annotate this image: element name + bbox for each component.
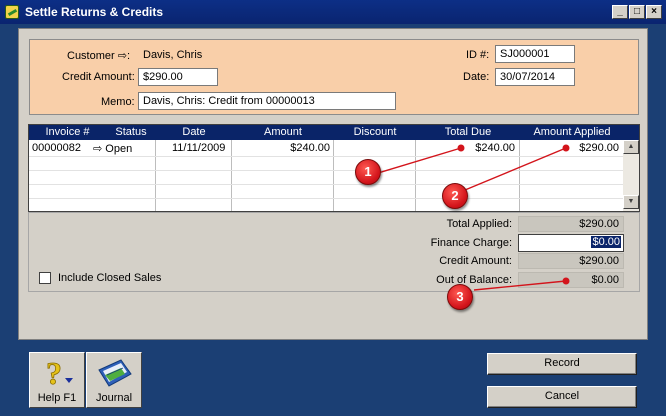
col-status[interactable]: Status — [106, 126, 156, 138]
include-closed-sales-label[interactable]: Include Closed Sales — [58, 272, 161, 284]
settle-returns-window: Settle Returns & Credits _ □ × Customer … — [0, 0, 666, 416]
callout-badge-2: 2 — [442, 183, 468, 209]
date-field[interactable]: 30/07/2014 — [495, 68, 575, 86]
window-title: Settle Returns & Credits — [25, 5, 164, 19]
finance-charge-label: Finance Charge: — [430, 237, 512, 249]
credit-amount-label: Credit Amount: — [62, 71, 135, 83]
amount-applied-cell[interactable]: $290.00 — [521, 142, 619, 154]
grid-divider — [415, 140, 416, 211]
journal-button[interactable]: Journal — [86, 352, 142, 408]
total-applied-label: Total Applied: — [446, 218, 512, 230]
status-cell[interactable]: ⇨ Open — [93, 142, 132, 155]
col-total-due[interactable]: Total Due — [416, 126, 520, 138]
svg-text:?: ? — [46, 356, 62, 390]
include-closed-sales-checkbox[interactable] — [39, 272, 51, 284]
date-cell[interactable]: 11/11/2009 — [172, 142, 225, 154]
header-panel: Customer ⇨: Davis, Chris Credit Amount: … — [29, 39, 639, 115]
memo-field[interactable]: Davis, Chris: Credit from 00000013 — [138, 92, 396, 110]
callout-badge-3: 3 — [447, 284, 473, 310]
totals-panel: Total Applied: $290.00 Finance Charge: $… — [28, 212, 640, 292]
vertical-scrollbar[interactable]: ▲ ▼ — [623, 140, 639, 211]
grid-row-line — [29, 198, 623, 199]
grid-row-line — [29, 156, 623, 157]
invoice-cell[interactable]: 00000082 — [32, 142, 81, 154]
cancel-button[interactable]: Cancel — [487, 386, 637, 408]
date-label: Date: — [463, 71, 490, 83]
out-of-balance-value: $0.00 — [518, 272, 624, 288]
status-arrow-icon: ⇨ — [93, 143, 103, 155]
close-button[interactable]: × — [646, 5, 662, 19]
col-amount[interactable]: Amount — [232, 126, 334, 138]
dialog-body: Customer ⇨: Davis, Chris Credit Amount: … — [18, 28, 648, 340]
finance-charge-field[interactable]: $0.00 — [518, 234, 624, 252]
amount-cell[interactable]: $240.00 — [233, 142, 330, 154]
minimize-button[interactable]: _ — [612, 5, 628, 19]
help-button[interactable]: ? Help F1 — [29, 352, 85, 408]
credit-amount-total-label: Credit Amount: — [439, 255, 512, 267]
customer-lookup-arrow-icon[interactable]: ⇨ — [118, 49, 127, 62]
grid-divider — [333, 140, 334, 211]
callout-badge-1: 1 — [355, 159, 381, 185]
help-label: Help F1 — [37, 392, 77, 404]
grid-row-line — [29, 184, 623, 185]
customer-value: Davis, Chris — [143, 49, 203, 61]
journal-icon — [98, 359, 132, 387]
invoice-grid[interactable]: Invoice # Status Date Amount Discount To… — [28, 124, 640, 212]
scroll-down-icon[interactable]: ▼ — [623, 195, 639, 209]
id-field[interactable]: SJ000001 — [495, 45, 575, 63]
journal-label: Journal — [95, 392, 133, 404]
col-invoice[interactable]: Invoice # — [29, 126, 106, 138]
out-of-balance-label: Out of Balance: — [436, 274, 512, 286]
finance-charge-value: $0.00 — [591, 236, 621, 248]
credit-amount-total-value: $290.00 — [518, 253, 624, 269]
scroll-up-icon[interactable]: ▲ — [623, 140, 639, 154]
col-date[interactable]: Date — [156, 126, 232, 138]
col-discount[interactable]: Discount — [334, 126, 416, 138]
grid-row-line — [29, 170, 623, 171]
customer-label[interactable]: Customer ⇨: — [67, 49, 130, 62]
grid-divider — [231, 140, 232, 211]
record-button[interactable]: Record — [487, 353, 637, 375]
total-due-cell[interactable]: $240.00 — [417, 142, 515, 154]
maximize-button[interactable]: □ — [629, 5, 645, 19]
grid-header: Invoice # Status Date Amount Discount To… — [29, 125, 639, 140]
grid-divider — [519, 140, 520, 211]
col-amount-applied[interactable]: Amount Applied — [520, 126, 624, 138]
credit-amount-field[interactable]: $290.00 — [138, 68, 218, 86]
app-icon — [5, 5, 19, 19]
title-bar[interactable]: Settle Returns & Credits _ □ × — [0, 0, 666, 24]
grid-divider — [155, 140, 156, 211]
help-question-icon: ? — [46, 356, 73, 390]
status-text: Open — [105, 143, 133, 155]
total-applied-value: $290.00 — [518, 216, 624, 232]
memo-label: Memo: — [101, 96, 135, 108]
id-label: ID #: — [466, 49, 490, 61]
